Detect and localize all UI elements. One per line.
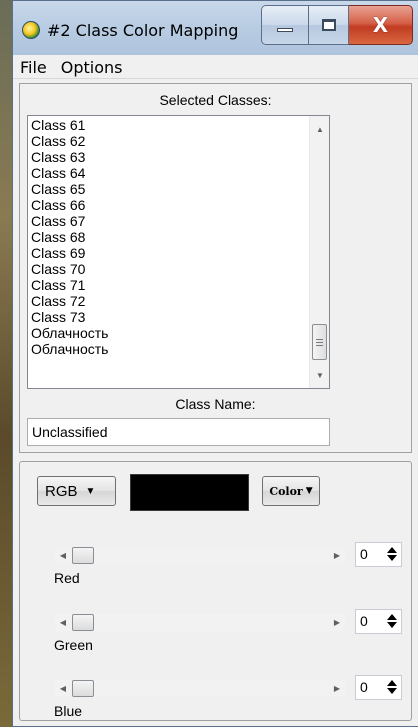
up-down-icon[interactable] [387,613,397,631]
app-icon [22,21,40,39]
scroll-left-icon[interactable]: ◀ [55,547,71,564]
red-value: 0 [360,546,368,562]
green-value-spinner[interactable]: 0 [355,609,402,634]
list-item[interactable]: Class 71 [31,277,301,293]
green-slider-thumb[interactable] [72,614,94,631]
list-item[interactable]: Облачность [31,325,301,341]
class-name-label: Class Name: [175,396,256,412]
listbox-vertical-scrollbar[interactable]: ▲ ▼ [309,116,329,388]
caption-buttons: X [261,5,413,45]
color-mode-value: RGB [45,482,78,500]
minimize-icon [277,28,293,32]
chevron-down-icon: ▼ [305,486,313,496]
scroll-right-icon[interactable]: ▶ [329,614,345,631]
selected-classes-items: Class 61 Class 62 Class 63 Class 64 Clas… [31,117,301,357]
list-item[interactable]: Class 66 [31,197,301,213]
menu-options[interactable]: Options [54,58,130,77]
window-title: #2 Class Color Mapping [47,21,239,40]
class-name-input[interactable]: Unclassified [27,418,330,446]
list-item[interactable]: Class 62 [31,133,301,149]
list-item[interactable]: Class 65 [31,181,301,197]
blue-value-spinner[interactable]: 0 [355,675,402,700]
selected-classes-listbox[interactable]: Class 61 Class 62 Class 63 Class 64 Clas… [27,115,330,389]
red-label: Red [54,570,80,586]
list-item[interactable]: Class 68 [31,229,301,245]
blue-slider[interactable]: ◀ ▶ [55,680,345,697]
close-icon: X [372,13,389,37]
green-slider[interactable]: ◀ ▶ [55,614,345,631]
list-item[interactable]: Class 64 [31,165,301,181]
title-bar[interactable]: #2 Class Color Mapping X [13,1,418,55]
scrollbar-thumb[interactable] [312,324,327,360]
scroll-up-icon[interactable]: ▲ [310,120,329,138]
scroll-down-icon[interactable]: ▼ [310,366,329,384]
up-down-icon[interactable] [387,679,397,697]
menu-bar: File Options [13,57,418,79]
color-mode-select[interactable]: RGB ▼ [37,476,116,506]
scroll-right-icon[interactable]: ▶ [329,680,345,697]
red-slider[interactable]: ◀ ▶ [55,547,345,564]
scroll-left-icon[interactable]: ◀ [55,680,71,697]
red-value-spinner[interactable]: 0 [355,542,402,567]
green-value: 0 [360,613,368,629]
desktop-background [0,0,12,727]
class-selection-group: Selected Classes: Class 61 Class 62 Clas… [19,83,412,453]
chevron-down-icon: ▼ [85,485,96,497]
red-slider-thumb[interactable] [72,547,94,564]
list-item[interactable]: Class 61 [31,117,301,133]
color-button-label: Color [269,484,303,498]
green-channel-row: ◀ ▶ Green 0 [37,609,402,674]
color-controls-group: RGB ▼ Color ▼ ◀ ▶ Red 0 ◀ ▶ Green 0 ◀ ▶ … [19,461,412,721]
list-item[interactable]: Class 63 [31,149,301,165]
minimize-button[interactable] [261,5,309,45]
list-item[interactable]: Class 69 [31,245,301,261]
color-swatch [130,474,249,511]
scroll-left-icon[interactable]: ◀ [55,614,71,631]
close-button[interactable]: X [349,5,413,45]
menu-file[interactable]: File [13,58,54,77]
up-down-icon[interactable] [387,546,397,564]
color-button[interactable]: Color ▼ [262,476,320,506]
list-item[interactable]: Облачность [31,341,301,357]
list-item[interactable]: Class 72 [31,293,301,309]
list-item[interactable]: Class 70 [31,261,301,277]
selected-classes-label: Selected Classes: [159,92,272,108]
list-item[interactable]: Class 73 [31,309,301,325]
scroll-right-icon[interactable]: ▶ [329,547,345,564]
red-channel-row: ◀ ▶ Red 0 [37,542,402,607]
blue-slider-thumb[interactable] [72,680,94,697]
list-item[interactable]: Class 67 [31,213,301,229]
green-label: Green [54,637,93,653]
blue-label: Blue [54,703,83,719]
class-color-mapping-window: #2 Class Color Mapping X File Options Se… [12,0,418,727]
maximize-button[interactable] [309,5,349,45]
grip-icon [316,338,323,346]
blue-value: 0 [360,679,368,695]
maximize-icon [321,19,336,31]
blue-channel-row: ◀ ▶ Blue 0 [37,675,402,727]
